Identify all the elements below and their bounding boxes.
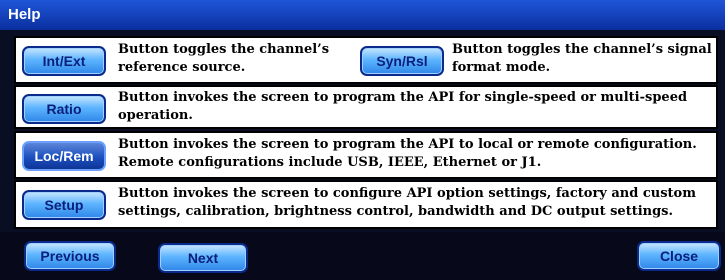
- synrsl-description: Button toggles the channel’s signal form…: [452, 42, 712, 75]
- row-intext-synrsl: Int/Ext Button toggles the channel’s ref…: [14, 36, 718, 84]
- setup-description: Button invokes the screen to configure A…: [118, 186, 696, 219]
- intext-description: Button toggles the channel’s reference s…: [118, 42, 330, 75]
- title-bar: Help: [0, 0, 725, 30]
- locrem-description: Button invokes the screen to program the…: [118, 137, 697, 170]
- ratio-description: Button invokes the screen to program the…: [118, 90, 688, 123]
- row-locrem: Loc/Rem Button invokes the screen to pro…: [14, 131, 718, 179]
- row-setup: Setup Button invokes the screen to confi…: [14, 180, 718, 229]
- synrsl-button[interactable]: Syn/Rsl: [360, 46, 444, 76]
- help-window: Help Int/Ext Button toggles the channel’…: [0, 0, 725, 280]
- close-button[interactable]: Close: [637, 241, 721, 271]
- previous-button[interactable]: Previous: [24, 241, 116, 271]
- row-ratio: Ratio Button invokes the screen to progr…: [14, 85, 718, 129]
- locrem-button[interactable]: Loc/Rem: [22, 141, 106, 171]
- window-title: Help: [8, 6, 41, 23]
- ratio-button[interactable]: Ratio: [22, 94, 106, 124]
- intext-button[interactable]: Int/Ext: [22, 46, 106, 76]
- next-button[interactable]: Next: [158, 243, 248, 273]
- setup-button[interactable]: Setup: [22, 190, 106, 220]
- footer-bar: Previous Next Close: [0, 232, 725, 280]
